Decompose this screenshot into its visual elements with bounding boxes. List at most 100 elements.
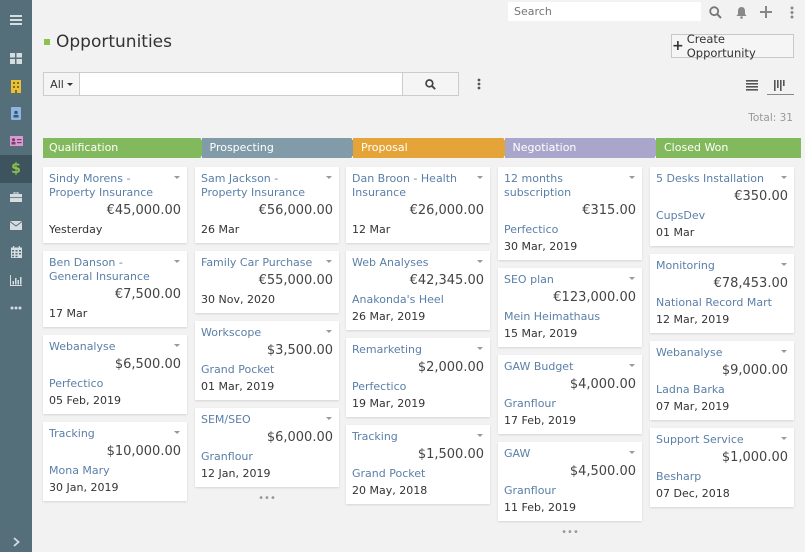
opportunity-name-link[interactable]: Support Service: [656, 433, 788, 447]
account-link[interactable]: Granflour: [504, 484, 636, 498]
card-menu-caret-icon[interactable]: [477, 434, 483, 437]
account-link[interactable]: CupsDev: [656, 209, 788, 223]
opportunity-card[interactable]: GAW Budget $4,000.00 Granflour 17 Feb, 2019: [498, 355, 642, 434]
opportunity-name-link[interactable]: Dan Broon - Health Insurance: [352, 172, 484, 200]
filter-actions-button[interactable]: [474, 76, 484, 92]
opportunity-card[interactable]: Monitoring €78,453.00 National Record Mart…: [650, 254, 794, 333]
opportunity-name-link[interactable]: Sindy Morens - Property Insurance: [49, 172, 181, 200]
card-menu-caret-icon[interactable]: [477, 347, 483, 350]
account-link[interactable]: Mein Heimathaus: [504, 310, 636, 324]
account-link[interactable]: Perfectico: [49, 377, 181, 391]
stage-negotiation[interactable]: Negotiation: [504, 138, 649, 158]
opportunity-card[interactable]: Webanalyse $6,500.00 Perfectico 05 Feb, 201…: [43, 335, 187, 414]
card-menu-caret-icon[interactable]: [326, 417, 332, 420]
opportunity-card[interactable]: Tracking $1,500.00 Grand Pocket 20 May, 201…: [346, 425, 490, 504]
sidebar-item-emails[interactable]: [0, 211, 32, 239]
opportunity-name-link[interactable]: Monitoring: [656, 259, 788, 273]
account-link[interactable]: Granflour: [201, 450, 333, 464]
filter-search-button[interactable]: [402, 73, 458, 95]
stage-qualification[interactable]: Qualification: [43, 138, 195, 158]
card-menu-caret-icon[interactable]: [629, 451, 635, 454]
card-menu-caret-icon[interactable]: [781, 437, 787, 440]
opportunity-card[interactable]: SEM/SEO $6,000.00 Granflour 12 Jan, 2019: [195, 408, 339, 487]
quick-create-button[interactable]: [757, 3, 775, 21]
opportunity-card[interactable]: Webanalyse $9,000.00 Ladna Barka 07 Mar, 20…: [650, 341, 794, 420]
opportunity-name-link[interactable]: GAW Budget: [504, 360, 636, 374]
account-link[interactable]: National Record Mart: [656, 296, 788, 310]
sidebar-item-reports[interactable]: [0, 266, 32, 294]
opportunity-card[interactable]: Remarketing $2,000.00 Perfectico 19 Mar, 20…: [346, 338, 490, 417]
global-search-button[interactable]: [706, 3, 724, 21]
card-menu-caret-icon[interactable]: [326, 176, 332, 179]
card-menu-caret-icon[interactable]: [477, 260, 483, 263]
opportunity-card[interactable]: Family Car Purchase €55,000.00 30 Nov, 202…: [195, 251, 339, 313]
opportunity-name-link[interactable]: SEO plan: [504, 273, 636, 287]
filter-scope-dropdown[interactable]: All: [44, 73, 80, 95]
stage-proposal[interactable]: Proposal: [353, 138, 498, 158]
opportunity-name-link[interactable]: Webanalyse: [49, 340, 181, 354]
account-link[interactable]: Grand Pocket: [201, 363, 333, 377]
card-menu-caret-icon[interactable]: [174, 176, 180, 179]
opportunity-name-link[interactable]: Workscope: [201, 326, 333, 340]
account-link[interactable]: Grand Pocket: [352, 467, 484, 481]
account-link[interactable]: Perfectico: [504, 223, 636, 237]
opportunity-card[interactable]: Ben Danson - General Insurance €7,500.00 1…: [43, 251, 187, 327]
account-link[interactable]: Granflour: [504, 397, 636, 411]
opportunity-name-link[interactable]: Tracking: [49, 427, 181, 441]
card-menu-caret-icon[interactable]: [781, 176, 787, 179]
opportunity-card[interactable]: Tracking $10,000.00 Mona Mary 30 Jan, 2019: [43, 422, 187, 501]
card-menu-caret-icon[interactable]: [629, 277, 635, 280]
account-link[interactable]: Anakonda's Heel: [352, 293, 484, 307]
user-menu-button[interactable]: [783, 3, 801, 21]
opportunity-card[interactable]: 5 Desks Installation €350.00 CupsDev 01 Mar: [650, 167, 794, 246]
card-menu-caret-icon[interactable]: [781, 350, 787, 353]
card-menu-caret-icon[interactable]: [477, 176, 483, 179]
opportunity-name-link[interactable]: 5 Desks Installation: [656, 172, 788, 186]
sidebar-item-contacts[interactable]: [0, 99, 32, 127]
notifications-button[interactable]: [732, 3, 750, 21]
sidebar-item-calendar[interactable]: [0, 238, 32, 266]
global-search-input[interactable]: [508, 2, 701, 21]
card-menu-caret-icon[interactable]: [326, 330, 332, 333]
card-menu-caret-icon[interactable]: [174, 344, 180, 347]
sidebar-expand-button[interactable]: [0, 528, 32, 552]
card-menu-caret-icon[interactable]: [326, 260, 332, 263]
sidebar-item-dashboard[interactable]: [0, 44, 32, 72]
card-menu-caret-icon[interactable]: [629, 176, 635, 179]
opportunity-card[interactable]: Dan Broon - Health Insurance €26,000.00 12…: [346, 167, 490, 243]
opportunity-name-link[interactable]: Tracking: [352, 430, 484, 444]
opportunity-card[interactable]: Workscope $3,500.00 Grand Pocket 01 Mar, 20…: [195, 321, 339, 400]
sidebar-item-cases[interactable]: [0, 183, 32, 211]
opportunity-card[interactable]: GAW $4,500.00 Granflour 11 Feb, 2019: [498, 442, 642, 521]
account-link[interactable]: Ladna Barka: [656, 383, 788, 397]
opportunity-name-link[interactable]: Web Analyses: [352, 256, 484, 270]
stage-closed-won[interactable]: Closed Won: [656, 138, 801, 158]
account-link[interactable]: Mona Mary: [49, 464, 181, 478]
opportunity-name-link[interactable]: Sam Jackson - Property Insurance: [201, 172, 333, 200]
create-opportunity-button[interactable]: + Create Opportunity: [671, 32, 794, 60]
sidebar-item-accounts[interactable]: [0, 72, 32, 100]
kanban-view-button[interactable]: [774, 76, 790, 91]
sidebar-menu-toggle[interactable]: [0, 6, 32, 34]
account-link[interactable]: Besharp: [656, 470, 788, 484]
sidebar-item-more[interactable]: [0, 294, 32, 322]
opportunity-card[interactable]: Sindy Morens - Property Insurance €45,000…: [43, 167, 187, 243]
opportunity-card[interactable]: SEO plan €123,000.00 Mein Heimathaus 15 Mar…: [498, 268, 642, 347]
sidebar-item-leads[interactable]: [0, 127, 32, 155]
opportunity-name-link[interactable]: GAW: [504, 447, 636, 461]
opportunity-card[interactable]: 12 months subscription €315.00 Perfectico 3…: [498, 167, 642, 260]
opportunity-name-link[interactable]: Family Car Purchase: [201, 256, 333, 270]
opportunity-name-link[interactable]: 12 months subscription: [504, 172, 636, 200]
account-link[interactable]: Perfectico: [352, 380, 484, 394]
filter-search-input[interactable]: [80, 73, 402, 95]
list-view-button[interactable]: [746, 76, 762, 91]
sidebar-item-opportunities[interactable]: $: [0, 155, 32, 183]
opportunity-name-link[interactable]: Webanalyse: [656, 346, 788, 360]
opportunity-name-link[interactable]: Ben Danson - General Insurance: [49, 256, 181, 284]
show-more-button[interactable]: •••: [195, 494, 339, 504]
card-menu-caret-icon[interactable]: [174, 431, 180, 434]
show-more-button[interactable]: •••: [498, 528, 642, 538]
stage-prospecting[interactable]: Prospecting: [201, 138, 346, 158]
card-menu-caret-icon[interactable]: [629, 364, 635, 367]
opportunity-card[interactable]: Support Service $1,000.00 Besharp 07 Dec, 2…: [650, 428, 794, 507]
